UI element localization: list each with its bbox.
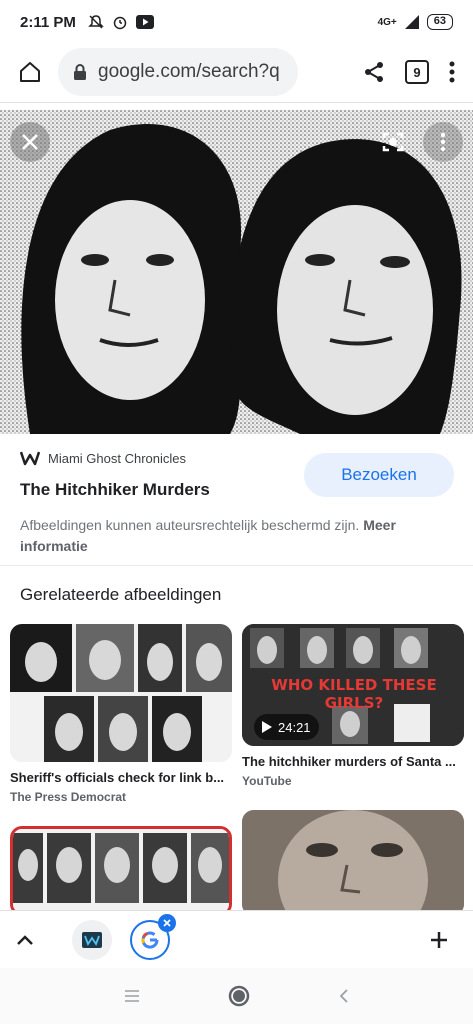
visit-button[interactable]: Bezoeken: [304, 453, 454, 497]
copyright-text: Afbeeldingen kunnen auteursrechtelijk be…: [20, 517, 360, 533]
plus-icon[interactable]: [429, 930, 449, 950]
close-tab-badge[interactable]: [158, 913, 176, 932]
related-card-1-title[interactable]: Sheriff's officials check for link b...: [10, 770, 232, 785]
battery-level: 63: [426, 14, 453, 30]
share-icon[interactable]: [363, 61, 385, 83]
close-icon: [163, 918, 171, 927]
related-card-1-source: The Press Democrat: [10, 790, 127, 804]
portrait-closeup: [242, 810, 464, 916]
url-text: google.com/search?q: [98, 61, 280, 82]
tab-thumbnail-google[interactable]: [130, 913, 176, 960]
menu-icon[interactable]: [124, 989, 140, 1003]
site-name: Miami Ghost Chronicles: [48, 450, 186, 466]
related-heading: Gerelateerde afbeeldingen: [20, 585, 222, 604]
youtube-notif-icon: [135, 15, 154, 29]
home-button[interactable]: [12, 54, 48, 90]
play-icon: [262, 721, 272, 733]
lens-icon: [382, 132, 404, 152]
section-divider: [0, 565, 473, 566]
back-icon[interactable]: [339, 988, 349, 1004]
related-card-2-title[interactable]: The hitchhiker murders of Santa ...: [242, 754, 464, 769]
tabs-button[interactable]: 9: [405, 60, 429, 84]
chevron-up-icon[interactable]: [16, 934, 34, 946]
toolbar-divider: [0, 102, 473, 103]
related-card-3[interactable]: [10, 826, 232, 916]
system-nav-bar: [0, 968, 473, 1024]
related-card-4[interactable]: [242, 810, 464, 916]
lock-icon: [74, 64, 86, 80]
google-g-icon: [141, 931, 159, 949]
related-card-2[interactable]: WHO KILLED THESE GIRLS? 24:21: [242, 624, 464, 746]
status-time: 2:11 PM: [20, 13, 76, 31]
close-icon: [22, 134, 38, 150]
home-icon: [20, 62, 40, 82]
more-vert-icon[interactable]: [449, 61, 455, 83]
yearbook-collage-2: [13, 829, 229, 913]
site-favicon-icon: [20, 451, 40, 466]
hero-image[interactable]: [0, 110, 473, 434]
network-type: 4G+: [377, 16, 397, 28]
more-vert-icon: [440, 132, 446, 152]
copyright-notice: Afbeeldingen kunnen auteursrechtelijk be…: [20, 515, 440, 557]
lens-button[interactable]: [373, 122, 413, 162]
alarm-icon: [113, 16, 127, 30]
related-card-1[interactable]: [10, 624, 232, 762]
source-site[interactable]: Miami Ghost Chronicles: [20, 450, 186, 466]
video-overlay-text: WHO KILLED THESE GIRLS?: [271, 676, 437, 712]
yearbook-collage: [10, 624, 232, 762]
browser-toolbar: google.com/search?q 9: [0, 44, 473, 100]
site-thumb-icon: [82, 931, 102, 948]
page-title[interactable]: The Hitchhiker Murders: [20, 480, 210, 500]
video-duration: 24:21: [278, 719, 311, 735]
close-button[interactable]: [10, 122, 50, 162]
bottom-tab-strip: [0, 910, 473, 968]
related-card-2-source: YouTube: [242, 774, 292, 788]
mute-bell-icon: [88, 15, 104, 29]
video-duration-badge: 24:21: [254, 714, 319, 740]
address-bar[interactable]: google.com/search?q: [58, 48, 298, 96]
image-more-button[interactable]: [423, 122, 463, 162]
home-nav-icon[interactable]: [228, 985, 250, 1007]
signal-icon: [404, 15, 419, 29]
status-bar: 2:11 PM 4G+ 63: [0, 0, 473, 44]
tab-thumbnail-1[interactable]: [72, 919, 112, 960]
